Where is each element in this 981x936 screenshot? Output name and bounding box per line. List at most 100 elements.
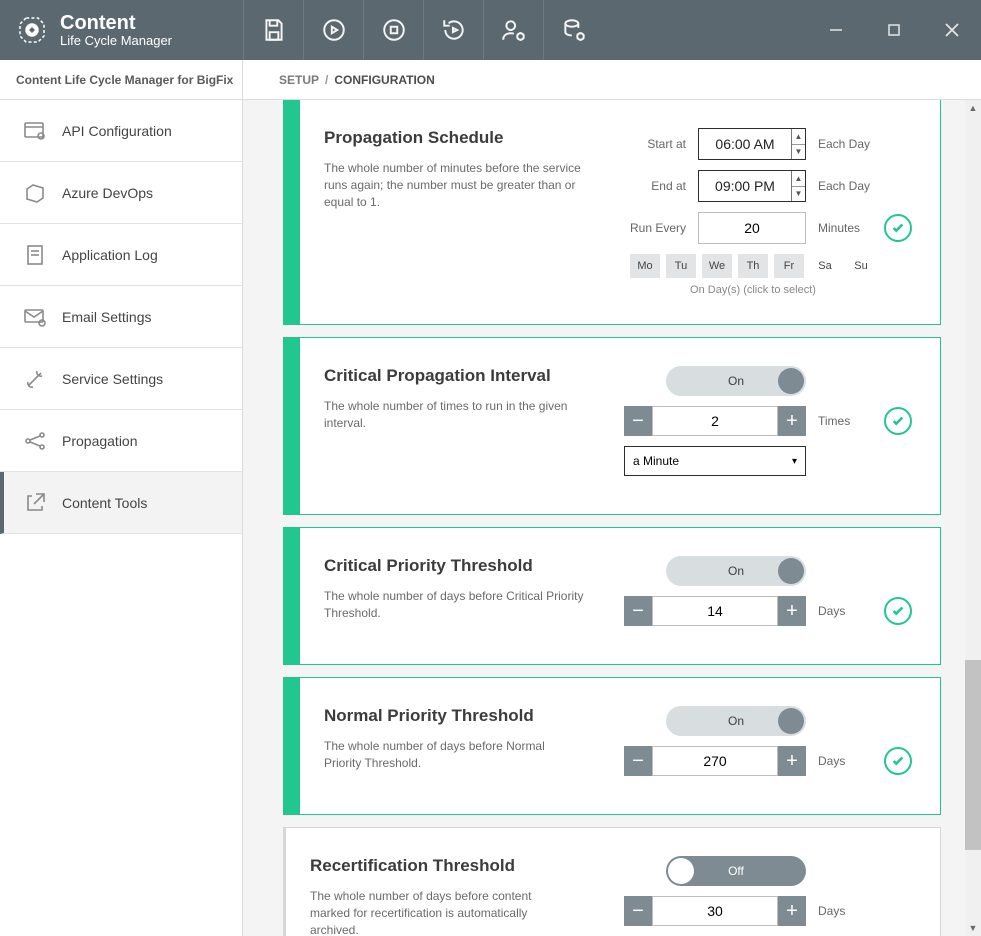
play-icon[interactable] [303,0,363,60]
card-critical-threshold: Critical Priority Threshold The whole nu… [283,527,941,665]
run-every-label: Run Every [630,221,686,235]
end-time-input[interactable]: 09:00 PM ▲▼ [698,170,806,202]
card-description: The whole number of days before content … [310,888,570,936]
scrollbar-thumb[interactable] [965,660,981,850]
maximize-button[interactable] [865,0,923,60]
increment-button[interactable]: + [778,596,806,626]
day-tu[interactable]: Tu [666,254,696,278]
sidebar: API Configuration Azure DevOps Applicati… [0,100,243,936]
confirm-check-icon[interactable] [884,597,912,625]
replay-icon[interactable] [423,0,483,60]
card-recert-threshold: Recertification Threshold The whole numb… [283,827,941,936]
toggle-knob [668,858,694,884]
confirm-check-icon[interactable] [884,747,912,775]
day-sa[interactable]: Sa [810,254,840,278]
sidebar-item-label: Service Settings [62,371,163,387]
card-description: The whole number of days before Normal P… [324,738,584,772]
card-title: Critical Priority Threshold [324,556,584,576]
sidebar-item-label: Azure DevOps [62,185,153,201]
days-selector: Mo Tu We Th Fr Sa Su [594,254,912,278]
day-th[interactable]: Th [738,254,768,278]
increment-button[interactable]: + [778,896,806,926]
decrement-button[interactable]: − [624,596,652,626]
close-button[interactable] [923,0,981,60]
breadcrumb-root[interactable]: SETUP [279,73,319,87]
app-logo-icon [14,12,50,48]
app-context-label: Content Life Cycle Manager for BigFix [0,60,243,99]
sidebar-item-azure-devops[interactable]: Azure DevOps [0,162,242,224]
sidebar-item-label: Content Tools [62,495,147,511]
minimize-button[interactable] [807,0,865,60]
log-icon [22,242,48,268]
toggle-knob [778,708,804,734]
recert-threshold-input[interactable] [652,896,778,926]
normal-threshold-input[interactable] [652,746,778,776]
sidebar-item-application-log[interactable]: Application Log [0,224,242,286]
end-unit: Each Day [818,179,872,193]
run-every-input[interactable] [698,212,806,244]
days-caption: On Day(s) (click to select) [594,284,912,296]
propagation-icon [22,428,48,454]
spin-down-icon[interactable]: ▼ [792,145,805,160]
unit-days: Days [818,754,872,768]
toggle-critical-interval[interactable]: On [666,366,806,396]
confirm-check-icon[interactable] [884,407,912,435]
day-we[interactable]: We [702,254,732,278]
user-settings-icon[interactable] [483,0,543,60]
scroll-up-arrow[interactable]: ▲ [965,100,981,116]
card-accent [284,678,300,814]
critical-interval-input[interactable] [652,406,778,436]
critical-threshold-input[interactable] [652,596,778,626]
chevron-down-icon: ▾ [792,456,797,467]
external-link-icon [22,490,48,516]
decrement-button[interactable]: − [624,406,652,436]
sidebar-item-propagation[interactable]: Propagation [0,410,242,472]
confirm-check-icon[interactable] [884,214,912,242]
card-normal-threshold: Normal Priority Threshold The whole numb… [283,677,941,815]
day-mo[interactable]: Mo [630,254,660,278]
run-unit: Minutes [818,221,872,235]
database-settings-icon[interactable] [543,0,603,60]
card-description: The whole number of times to run in the … [324,398,584,432]
app-title: Content [60,12,172,34]
unit-times: Times [818,414,872,428]
sidebar-item-label: Application Log [62,247,158,263]
recert-threshold-stepper: − + [624,896,806,926]
sidebar-item-content-tools[interactable]: Content Tools [0,472,242,534]
increment-button[interactable]: + [778,406,806,436]
scroll-down-arrow[interactable]: ▼ [965,920,981,936]
increment-button[interactable]: + [778,746,806,776]
wrench-icon [22,366,48,392]
decrement-button[interactable]: − [624,746,652,776]
stop-icon[interactable] [363,0,423,60]
card-title: Normal Priority Threshold [324,706,584,726]
decrement-button[interactable]: − [624,896,652,926]
toggle-knob [778,368,804,394]
breadcrumb-current: CONFIGURATION [334,73,434,87]
start-unit: Each Day [818,137,872,151]
sidebar-item-api-configuration[interactable]: API Configuration [0,100,242,162]
normal-threshold-stepper: − + [624,746,806,776]
scrollbar-track[interactable]: ▲ ▼ [965,100,981,936]
toggle-recert-threshold[interactable]: Off [666,856,806,886]
start-time-input[interactable]: 06:00 AM ▲▼ [698,128,806,160]
spin-up-icon[interactable]: ▲ [792,129,805,145]
toggle-normal-threshold[interactable]: On [666,706,806,736]
day-fr[interactable]: Fr [774,254,804,278]
sidebar-item-email-settings[interactable]: Email Settings [0,286,242,348]
spin-down-icon[interactable]: ▼ [792,187,805,202]
toggle-critical-threshold[interactable]: On [666,556,806,586]
toggle-knob [778,558,804,584]
card-accent [284,100,300,324]
day-su[interactable]: Su [846,254,876,278]
card-title: Recertification Threshold [310,856,570,876]
sidebar-item-label: API Configuration [62,123,172,139]
spin-up-icon[interactable]: ▲ [792,171,805,187]
app-subtitle: Life Cycle Manager [60,34,172,48]
save-icon[interactable] [243,0,303,60]
sidebar-item-service-settings[interactable]: Service Settings [0,348,242,410]
breadcrumb: SETUP / CONFIGURATION [243,60,435,99]
card-accent [284,528,300,664]
card-description: The whole number of days before Critical… [324,588,584,622]
interval-unit-select[interactable]: a Minute ▾ [624,446,806,476]
